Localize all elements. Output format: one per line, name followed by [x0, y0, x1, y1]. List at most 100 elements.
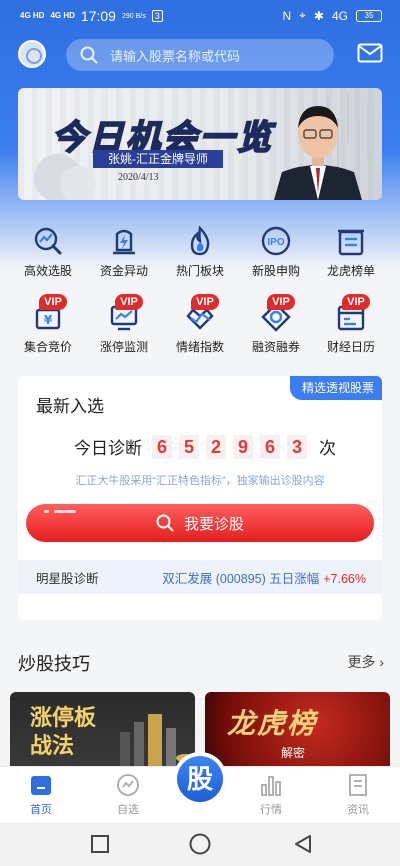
- feature-label: 热门板块: [175, 264, 224, 278]
- section-title: 炒股技巧: [18, 654, 90, 674]
- feature-label: 财经日历: [326, 340, 375, 354]
- tab-watchlist[interactable]: 自选: [98, 773, 158, 817]
- list-board-icon: [336, 226, 366, 256]
- flame-icon: [185, 225, 215, 256]
- star-stock-row[interactable]: 明星股诊断 双汇发展 (000895) 五日涨幅 +7.66%: [18, 560, 382, 594]
- counter-digit: 9: [233, 434, 253, 459]
- feature-fund-movement[interactable]: 资金异动: [93, 222, 155, 286]
- system-nav-bar: [0, 822, 400, 866]
- vip-badge: VIP: [115, 294, 143, 310]
- tab-label: 自选: [117, 804, 139, 816]
- bluetooth-icon: ✱: [313, 8, 324, 23]
- vip-badge: VIP: [342, 294, 370, 310]
- home-circle-icon[interactable]: [188, 832, 212, 856]
- news-icon: [346, 773, 370, 797]
- home-icon: [29, 773, 53, 797]
- chevron-right-icon: ›: [379, 654, 384, 670]
- counter-digit: 3: [287, 434, 307, 459]
- button-shine: [54, 510, 76, 513]
- tab-label: 首页: [30, 804, 52, 816]
- feature-label: 高效选股: [23, 264, 72, 278]
- card-title: 最新入选: [36, 397, 104, 416]
- promo-banner[interactable]: 今日机会一览 张姚-汇正金牌导师 2020/4/13: [18, 88, 382, 200]
- feature-label: 涨停监测: [99, 340, 148, 354]
- feature-label: 资金异动: [99, 264, 148, 278]
- more-label: 更多: [347, 654, 376, 670]
- vip-badge: VIP: [39, 294, 67, 310]
- network-speed: 290 B/s: [121, 12, 146, 20]
- signal-icon-2: 4G HD: [50, 11, 75, 20]
- stock-center-label: 股: [177, 756, 223, 802]
- mail-icon[interactable]: [357, 43, 383, 63]
- search-placeholder: 请输入股票名称或代码: [110, 48, 241, 64]
- feature-efficient-pick[interactable]: 高效选股: [17, 222, 79, 286]
- feature-finance-calendar[interactable]: VIP 财经日历: [320, 294, 382, 362]
- vip-badge: VIP: [267, 294, 295, 310]
- ipo-icon: IPO: [261, 226, 291, 256]
- status-bar: 4G HD 4G HD 17:09 290 B/s 3 N ⌖ ✱ 4G 35: [0, 0, 400, 32]
- feature-limit-up-monitor[interactable]: VIP 涨停监测: [93, 294, 155, 362]
- feature-label: 融资融券: [251, 340, 300, 354]
- featured-stocks-tag[interactable]: 精选透视股票: [289, 376, 382, 400]
- banner-mentor-name: 张姚-汇正金牌导师: [93, 150, 223, 168]
- vip-badge: VIP: [191, 294, 219, 310]
- search-input[interactable]: 请输入股票名称或代码: [66, 39, 334, 71]
- magnifier-chart-icon: [33, 226, 63, 256]
- diagnosis-suffix: 次: [319, 439, 336, 458]
- tab-market[interactable]: 行情: [241, 773, 301, 817]
- banner-date: 2020/4/13: [118, 172, 159, 183]
- tab-stock-center[interactable]: 股: [173, 752, 227, 806]
- recent-apps-icon[interactable]: [90, 834, 110, 854]
- svg-text:¥: ¥: [44, 313, 53, 327]
- counter-digit: 5: [179, 434, 199, 459]
- tip-card-limit-up[interactable]: 涨停板 战法: [10, 692, 195, 772]
- app-logo-icon[interactable]: [18, 40, 46, 68]
- mentor-portrait: [274, 106, 362, 200]
- star-stock-change: +7.66%: [323, 571, 366, 586]
- feature-label: 龙虎榜单: [326, 264, 375, 278]
- svg-text:IPO: IPO: [267, 237, 284, 248]
- button-shine: [44, 510, 49, 513]
- diagnosis-prefix: 今日诊断: [74, 439, 142, 458]
- feature-dragon-tiger[interactable]: 龙虎榜单: [320, 222, 382, 286]
- lightning-battery-icon: [109, 226, 139, 256]
- diagnose-button-label: 我要诊股: [183, 515, 244, 533]
- more-link[interactable]: 更多 ›: [347, 652, 384, 672]
- counter-digit: 6: [152, 434, 172, 459]
- search-icon: [156, 514, 174, 532]
- tab-label: 资讯: [347, 804, 369, 816]
- status-time: 17:09: [80, 8, 116, 24]
- feature-call-auction[interactable]: ¥ VIP 集合竞价: [17, 294, 79, 362]
- feature-hot-sector[interactable]: 热门板块: [169, 222, 231, 286]
- counter-digit: 6: [260, 434, 280, 459]
- star-stock-label: 明星股诊断: [36, 571, 99, 586]
- feature-label: 新股申购: [251, 264, 300, 278]
- feature-margin-trading[interactable]: VIP 融资融券: [245, 294, 307, 362]
- tab-label: 行情: [260, 804, 282, 816]
- back-triangle-icon[interactable]: [292, 833, 314, 855]
- tip-card-title: 龙虎榜: [227, 708, 318, 739]
- signal-icon: 4G HD: [20, 11, 45, 20]
- tab-news[interactable]: 资讯: [328, 773, 388, 817]
- feature-emotion-index[interactable]: VIP 情绪指数: [169, 294, 231, 362]
- tip-card-dragon-tiger[interactable]: 龙虎榜 解密: [205, 692, 390, 772]
- star-stock-info: 双汇发展 (000895) 五日涨幅 +7.66%: [162, 568, 366, 587]
- location-icon: ⌖: [299, 8, 306, 22]
- latest-selection-card: 最新入选 精选透视股票 今日诊断 6 5 2 9 6 3 次 汇正大牛股采用“汇…: [18, 376, 382, 620]
- star-stock-name: 双汇发展 (000895) 五日涨幅: [162, 571, 320, 586]
- nfc-icon: N: [282, 8, 292, 23]
- tip-card-title: 涨停板 战法: [30, 705, 97, 758]
- network-type: 4G: [331, 8, 348, 23]
- counter-digit: 2: [206, 434, 226, 459]
- tab-home[interactable]: 首页: [11, 773, 71, 817]
- feature-label: 集合竞价: [23, 340, 72, 354]
- feature-label: 情绪指数: [175, 340, 224, 354]
- battery-icon: 35: [356, 9, 382, 22]
- feature-ipo[interactable]: IPO 新股申购: [245, 222, 307, 286]
- market-icon: [259, 773, 283, 797]
- notification-badge: 3: [151, 10, 163, 22]
- watchlist-icon: [116, 773, 140, 797]
- diagnose-stock-button[interactable]: 我要诊股: [26, 504, 374, 542]
- diagnosis-counter: 今日诊断 6 5 2 9 6 3 次: [74, 434, 336, 459]
- diagnosis-description: 汇正大牛股采用“汇正特色指标”，独家输出诊股内容: [75, 475, 325, 487]
